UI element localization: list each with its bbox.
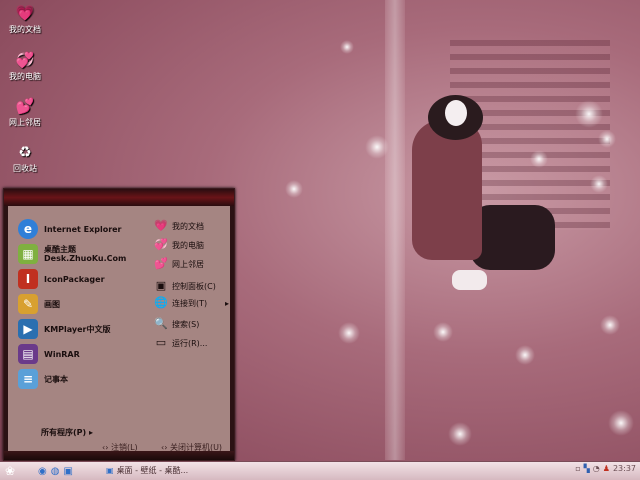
search-icon: 🔍 <box>154 317 168 330</box>
control-panel-icon: ▣ <box>155 279 167 292</box>
place-my-documents[interactable]: 💗 我的文档 <box>154 219 204 233</box>
bokeh <box>590 175 608 193</box>
desktop-icon-network[interactable]: 💕 网上邻居 <box>2 97 48 128</box>
bokeh <box>515 345 535 365</box>
bokeh <box>530 150 548 168</box>
program-zhuoku[interactable]: ▦ 桌酷主题 Desk.ZhuoKu.Com <box>18 244 126 264</box>
wallpaper-wall <box>385 0 405 460</box>
system-tray: ▫ ▚ ◔ ♟ 23:37 <box>575 464 636 473</box>
program-paint[interactable]: ✎ 画图 <box>18 294 60 314</box>
heart-computer-icon: 💞 <box>15 51 35 69</box>
place-connect-to[interactable]: 🌐 连接到(T) ▸ <box>154 296 229 310</box>
notepad-icon: ≡ <box>18 369 38 389</box>
start-menu-border <box>230 206 234 451</box>
place-search[interactable]: 🔍 搜索(S) <box>154 317 199 331</box>
heart-network-icon: 💕 <box>15 97 35 115</box>
bokeh <box>433 322 453 342</box>
bokeh <box>600 315 620 335</box>
ie-quicklaunch-icon[interactable]: ◉ <box>38 466 47 477</box>
taskbar-window-button[interactable]: ▣ 桌面 - 壁纸 - 桌酷... <box>106 465 188 476</box>
submenu-arrow-icon: ▸ <box>224 298 229 308</box>
tray-display-icon[interactable]: ▫ <box>575 464 580 473</box>
desktop-icon-recycle-bin[interactable]: ♻ 回收站 <box>2 143 48 174</box>
paint-icon: ✎ <box>18 294 38 314</box>
bokeh <box>338 322 360 344</box>
tray-qq-icon[interactable]: ♟ <box>603 464 610 473</box>
program-iconpackager[interactable]: I IconPackager <box>18 269 105 289</box>
desktop-icon-my-computer[interactable]: 💞 我的电脑 <box>2 51 48 82</box>
heart-computer-icon: 💞 <box>154 238 168 251</box>
heart-doc-icon: 💗 <box>154 219 168 232</box>
bokeh <box>340 40 354 54</box>
bokeh <box>285 180 303 198</box>
tray-volume-icon[interactable]: ◔ <box>593 464 600 473</box>
winrar-icon: ▤ <box>18 344 38 364</box>
submenu-arrow-icon: ▸ <box>88 428 93 437</box>
start-menu: e Internet Explorer ▦ 桌酷主题 Desk.ZhuoKu.Com … <box>3 188 235 461</box>
window-icon: ▣ <box>106 466 114 475</box>
tray-network-icon[interactable]: ▚ <box>584 464 590 473</box>
quick-launch: ◉ ◍ ▣ <box>38 466 73 477</box>
flower-start-icon: ❀ <box>5 464 16 478</box>
place-my-computer[interactable]: 💞 我的电脑 <box>154 238 204 252</box>
place-network[interactable]: 💕 网上邻居 <box>154 257 204 271</box>
start-menu-border <box>4 206 8 451</box>
desktop-quicklaunch-icon[interactable]: ▣ <box>63 466 72 477</box>
media-quicklaunch-icon[interactable]: ◍ <box>51 466 60 477</box>
kmplayer-icon: ▶ <box>18 319 38 339</box>
zhuoku-icon: ▦ <box>18 244 38 264</box>
iconpackager-icon: I <box>18 269 38 289</box>
globe-icon: 🌐 <box>154 296 168 309</box>
bokeh <box>598 130 616 148</box>
bokeh <box>365 135 389 159</box>
taskbar: ❀ ◉ ◍ ▣ ▣ 桌面 - 壁纸 - 桌酷... ▫ ▚ ◔ ♟ 23:37 <box>0 461 640 480</box>
ie-icon: e <box>18 219 38 239</box>
program-kmplayer[interactable]: ▶ KMPlayer中文版 <box>18 319 111 339</box>
program-internet-explorer[interactable]: e Internet Explorer <box>18 219 122 239</box>
place-control-panel[interactable]: ▣ 控制面板(C) <box>154 279 216 293</box>
wallpaper-girl-legs <box>470 205 555 270</box>
bokeh <box>608 410 634 436</box>
place-run[interactable]: ▭ 运行(R)... <box>154 336 208 350</box>
clock[interactable]: 23:37 <box>613 464 636 473</box>
wallpaper-girl-coat <box>412 120 482 260</box>
heart-doc-icon: 💗 <box>15 4 35 22</box>
wallpaper-girl-shoe <box>452 270 487 290</box>
program-winrar[interactable]: ▤ WinRAR <box>18 344 80 364</box>
program-notepad[interactable]: ≡ 记事本 <box>18 369 68 389</box>
start-button[interactable]: ❀ <box>5 464 15 478</box>
desktop-icon-my-documents[interactable]: 💗 我的文档 <box>2 4 48 35</box>
heart-network-icon: 💕 <box>154 257 168 270</box>
start-menu-footer <box>4 451 234 460</box>
start-menu-header <box>4 189 234 206</box>
recycle-bin-icon: ♻ <box>18 143 32 161</box>
bokeh <box>575 100 603 128</box>
all-programs-button[interactable]: 所有程序(P) ▸ <box>41 427 93 438</box>
bokeh <box>448 422 472 446</box>
wallpaper-girl-face <box>445 100 467 126</box>
run-icon: ▭ <box>155 336 167 349</box>
